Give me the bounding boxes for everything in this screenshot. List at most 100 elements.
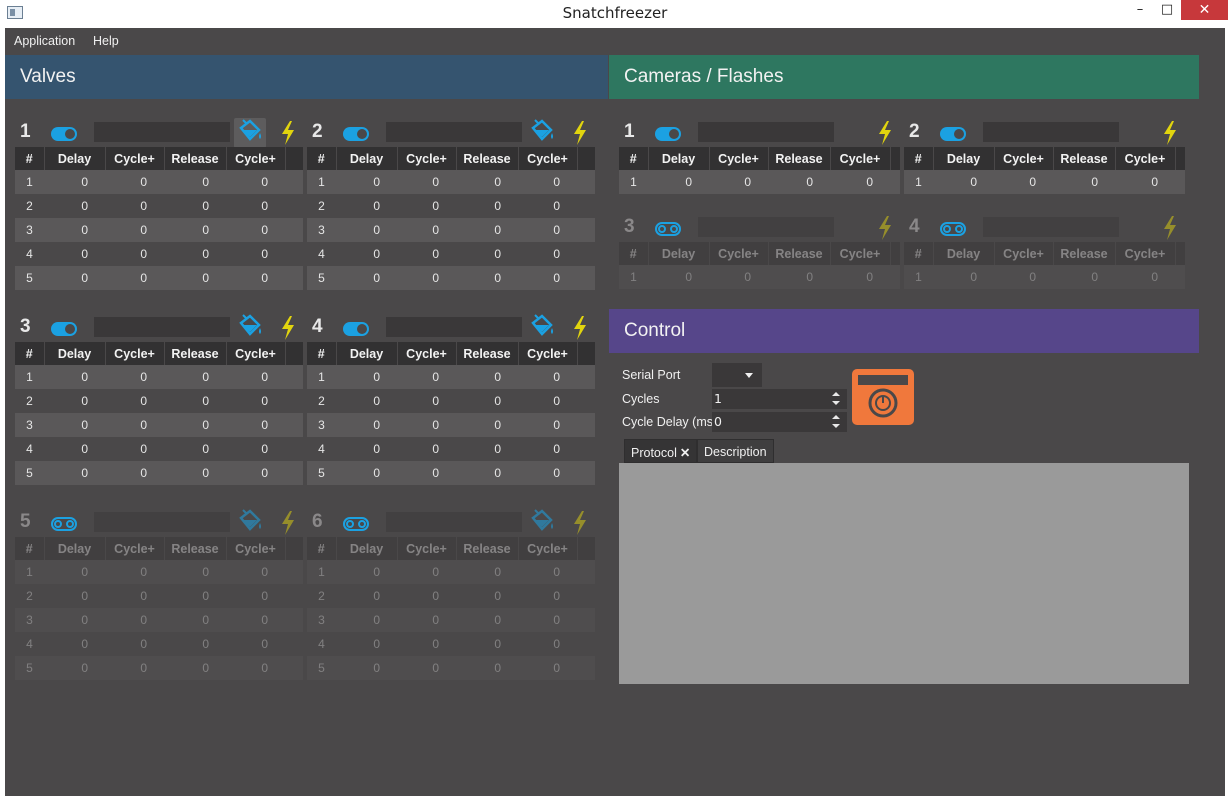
timing-table[interactable]: # Delay Cycle+ Release Cycle+ 1 0 0 0 0	[904, 242, 1186, 289]
table-row[interactable]: 50000	[15, 461, 303, 485]
tab-description[interactable]: Description	[697, 439, 774, 463]
table-cell[interactable]: 5	[15, 461, 44, 485]
timing-table[interactable]: # Delay Cycle+ Release Cycle+ 1 0 0 0 0 2 0 0 0 0 3 0 0 0 0…	[15, 537, 304, 680]
table-cell[interactable]: 0	[105, 656, 164, 680]
fire-button[interactable]	[572, 121, 588, 145]
fill-button[interactable]	[526, 313, 558, 343]
table-cell[interactable]: 0	[768, 170, 830, 194]
table-cell[interactable]: 0	[164, 365, 226, 389]
table-row[interactable]: 40000	[307, 242, 595, 266]
column-header[interactable]: #	[904, 147, 934, 170]
fill-button[interactable]	[526, 508, 558, 538]
maximize-button[interactable]: □	[1152, 0, 1182, 20]
timing-table[interactable]: # Delay Cycle+ Release Cycle+ 1 0 0 0 0 2 0 0 0 0 3 0 0 0 0…	[307, 537, 596, 680]
column-header[interactable]: Cycle+	[709, 242, 769, 265]
table-cell[interactable]: 0	[994, 170, 1053, 194]
cycles-spinner[interactable]: 1	[712, 389, 847, 409]
table-cell[interactable]: 0	[336, 413, 397, 437]
column-header[interactable]: Cycle+	[709, 147, 769, 170]
column-header[interactable]: Delay	[44, 147, 106, 170]
table-cell[interactable]: 0	[336, 461, 397, 485]
table-row[interactable]: 10000	[307, 170, 595, 194]
table-cell[interactable]: 0	[518, 413, 577, 437]
timing-table[interactable]: # Delay Cycle+ Release Cycle+ 1 0 0 0 0 2 0 0 0 0 3 0 0 0 0…	[307, 342, 596, 485]
table-cell[interactable]: 0	[518, 632, 577, 656]
table-cell[interactable]: 0	[518, 461, 577, 485]
table-cell[interactable]: 1	[619, 265, 648, 289]
table-cell[interactable]: 0	[44, 266, 105, 290]
table-cell[interactable]: 5	[307, 266, 336, 290]
table-cell[interactable]: 0	[456, 560, 518, 584]
table-cell[interactable]: 0	[768, 265, 830, 289]
table-cell[interactable]: 0	[164, 584, 226, 608]
table-cell[interactable]: 0	[44, 194, 105, 218]
table-row[interactable]: 20000	[307, 194, 595, 218]
table-row[interactable]: 10000	[15, 560, 303, 584]
column-header[interactable]: Delay	[336, 147, 398, 170]
table-cell[interactable]: 0	[105, 389, 164, 413]
column-header[interactable]: Cycle+	[518, 537, 578, 560]
table-cell[interactable]: 0	[226, 608, 285, 632]
table-cell[interactable]: 0	[164, 170, 226, 194]
menu-application[interactable]: Application	[14, 34, 75, 48]
table-cell[interactable]: 0	[709, 265, 768, 289]
table-cell[interactable]: 0	[336, 365, 397, 389]
close-button[interactable]: ✕	[1181, 0, 1228, 20]
timing-table[interactable]: # Delay Cycle+ Release Cycle+ 1 0 0 0 0	[904, 147, 1186, 194]
table-cell[interactable]: 0	[456, 584, 518, 608]
channel-name-field[interactable]	[983, 217, 1119, 237]
table-cell[interactable]: 0	[105, 170, 164, 194]
table-cell[interactable]: 0	[456, 656, 518, 680]
table-row[interactable]: 30000	[15, 218, 303, 242]
cycle-delay-stepper[interactable]	[825, 412, 847, 432]
table-cell[interactable]: 0	[44, 242, 105, 266]
table-cell[interactable]: 2	[15, 584, 44, 608]
enable-toggle[interactable]	[51, 127, 77, 141]
fire-button[interactable]	[1162, 121, 1178, 145]
table-cell[interactable]: 0	[164, 413, 226, 437]
column-header[interactable]: Cycle+	[830, 242, 891, 265]
table-cell[interactable]: 1	[15, 365, 44, 389]
table-cell[interactable]: 0	[44, 413, 105, 437]
table-cell[interactable]: 0	[397, 170, 456, 194]
table-cell[interactable]: 0	[456, 170, 518, 194]
column-header[interactable]: Cycle+	[226, 537, 286, 560]
enable-toggle[interactable]	[343, 127, 369, 141]
fire-button[interactable]	[280, 316, 296, 340]
table-cell[interactable]: 0	[105, 560, 164, 584]
table-cell[interactable]: 0	[44, 608, 105, 632]
table-cell[interactable]: 0	[105, 461, 164, 485]
fill-button[interactable]	[234, 313, 266, 343]
table-cell[interactable]: 0	[456, 389, 518, 413]
column-header[interactable]: Release	[164, 147, 227, 170]
table-cell[interactable]: 0	[44, 560, 105, 584]
column-header[interactable]: #	[15, 537, 45, 560]
column-header[interactable]: Delay	[648, 242, 710, 265]
column-header[interactable]: Delay	[336, 537, 398, 560]
table-cell[interactable]: 3	[15, 413, 44, 437]
column-header[interactable]: Cycle+	[1115, 242, 1176, 265]
table-cell[interactable]: 0	[518, 608, 577, 632]
table-row[interactable]: 10000	[15, 365, 303, 389]
table-cell[interactable]: 0	[226, 632, 285, 656]
table-cell[interactable]: 0	[226, 266, 285, 290]
protocol-content[interactable]	[619, 463, 1189, 684]
decrement-icon[interactable]	[832, 401, 840, 405]
column-header[interactable]: Release	[456, 537, 519, 560]
table-cell[interactable]: 0	[226, 242, 285, 266]
fill-button[interactable]	[234, 508, 266, 538]
table-cell[interactable]: 0	[397, 413, 456, 437]
enable-toggle[interactable]	[655, 222, 681, 236]
table-cell[interactable]: 0	[44, 170, 105, 194]
column-header[interactable]: Delay	[933, 147, 995, 170]
table-cell[interactable]: 0	[164, 194, 226, 218]
table-row[interactable]: 30000	[307, 218, 595, 242]
table-row[interactable]: 50000	[307, 461, 595, 485]
table-cell[interactable]: 0	[226, 584, 285, 608]
table-cell[interactable]: 3	[307, 608, 336, 632]
column-header[interactable]: Cycle+	[226, 342, 286, 365]
column-header[interactable]: Cycle+	[518, 342, 578, 365]
table-cell[interactable]: 0	[518, 389, 577, 413]
column-header[interactable]: Delay	[933, 242, 995, 265]
column-header[interactable]: Cycle+	[105, 537, 165, 560]
